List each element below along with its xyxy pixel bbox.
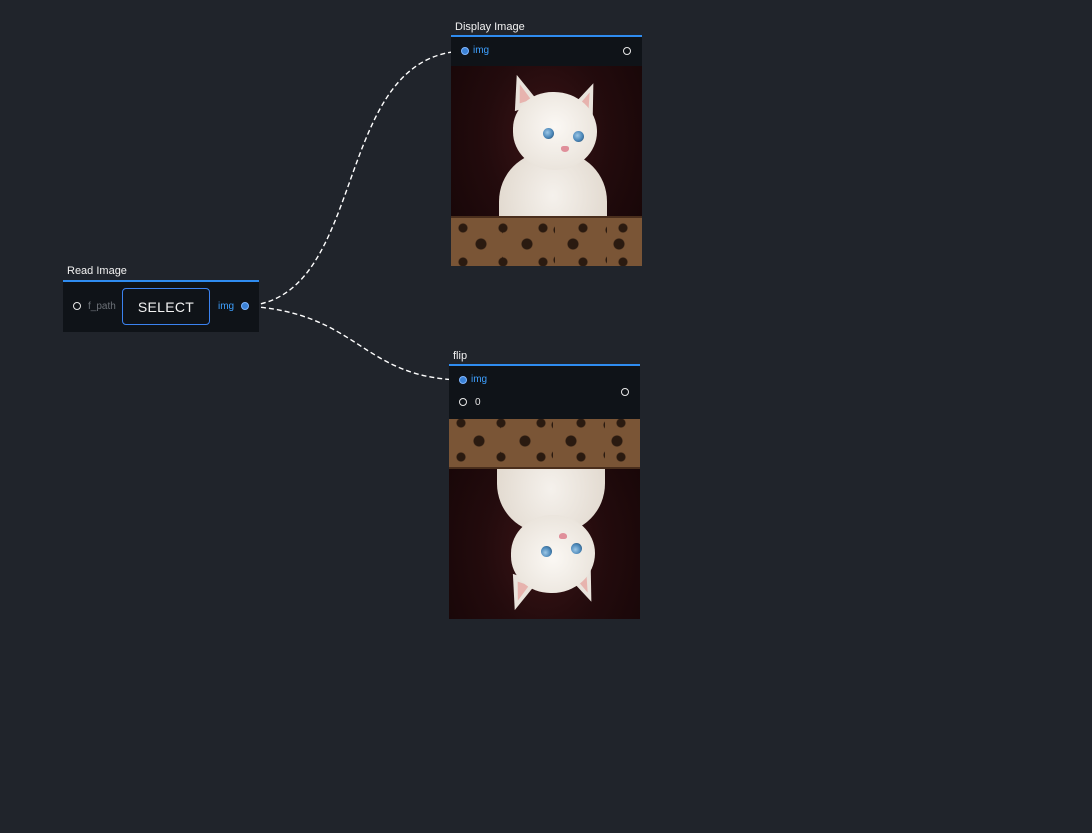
kitten-image [451,66,642,266]
wire-read-to-flip[interactable] [244,305,463,381]
wire-read-to-display[interactable] [244,50,465,307]
port-label-img: img [473,45,490,56]
port-label-flip-code[interactable]: 0 [475,397,481,408]
input-port-f-path[interactable] [73,302,81,310]
input-port-img[interactable] [461,47,469,55]
display-image-node[interactable]: Display Image img [451,20,642,266]
port-label-f-path: f_path [88,301,116,312]
node-title: Display Image [455,21,525,33]
node-title: Read Image [67,265,127,277]
node-title: flip [453,350,468,362]
output-port[interactable] [623,47,631,55]
port-label-img: img [471,374,488,385]
select-file-button[interactable]: SELECT [122,288,210,325]
input-port-img[interactable] [459,376,467,384]
output-port[interactable] [621,388,629,396]
read-image-node[interactable]: Read Image f_path SELECT img [63,264,259,332]
flipped-kitten-image [449,419,640,619]
input-port-flip-code[interactable] [459,398,467,406]
output-port-img[interactable] [241,302,249,310]
flip-node[interactable]: flip img 0 [449,349,640,619]
port-label-img-output: img [218,301,235,312]
node-editor-canvas[interactable]: Read Image f_path SELECT img Display Ima… [0,0,1092,833]
